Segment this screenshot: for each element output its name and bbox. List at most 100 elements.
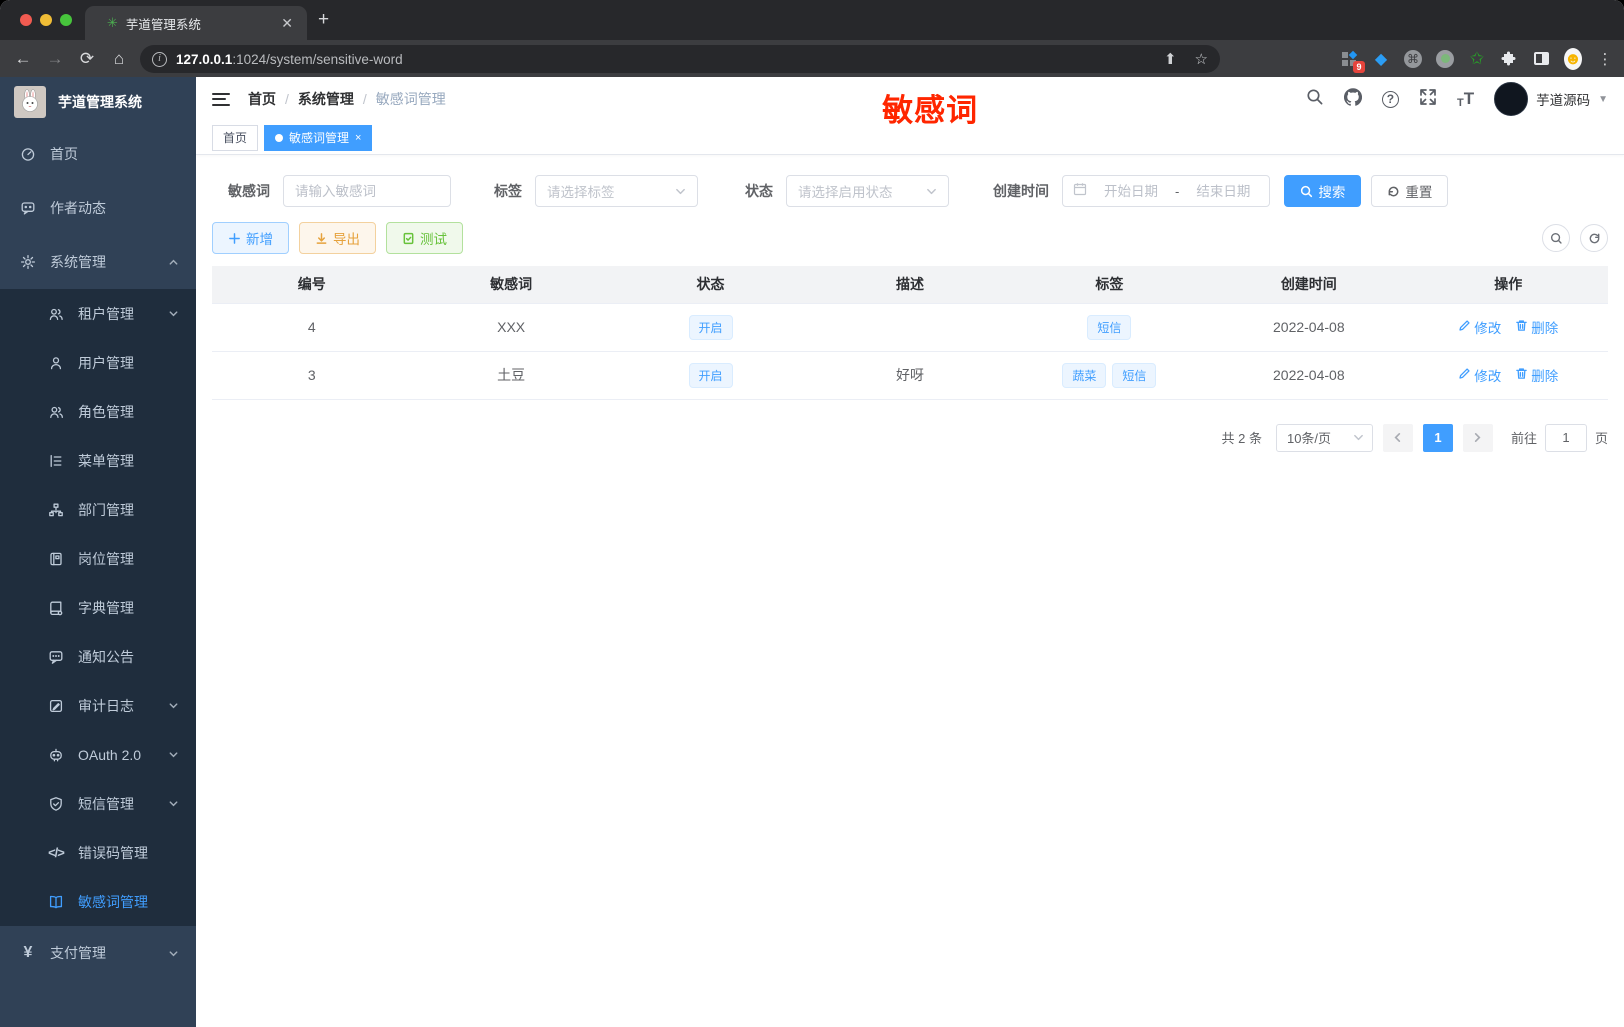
zoom-window-button[interactable] [60,14,72,26]
tag-2[interactable]: 敏感词管理 × [264,124,373,151]
sensitive-word-book-icon [48,894,64,910]
user-icon [48,355,64,371]
sidebar-item-6[interactable]: 角色管理 [0,387,196,436]
extension-gem-icon[interactable]: ◆ [1372,50,1390,68]
tag-close-icon[interactable]: × [355,132,361,144]
delete-link[interactable]: 删除 [1515,365,1558,385]
keyword-input[interactable] [295,183,439,199]
sidebar-item-label: OAuth 2.0 [78,746,142,763]
search-icon[interactable] [1306,88,1324,111]
sms-shield-icon [48,796,64,812]
sidebar-item-label: 租户管理 [78,305,134,322]
hamburger-icon[interactable] [212,92,230,106]
cell-actions: 修改 删除 [1408,351,1608,400]
minimize-window-button[interactable] [40,14,52,26]
sidebar-item-1[interactable]: 首页 [0,127,196,181]
sidebar-item-label: 岗位管理 [78,550,134,567]
tags-view: 首页 敏感词管理 × [196,121,1624,155]
edit-link[interactable]: 修改 [1458,365,1501,385]
sidebar-item-3[interactable]: 系统管理 [0,235,196,289]
date-end-input[interactable] [1187,183,1260,199]
back-icon[interactable]: ← [8,49,38,69]
cell-created: 2022-04-08 [1209,351,1409,400]
extension-command-icon[interactable]: ⌘ [1404,49,1422,68]
delete-link[interactable]: 删除 [1515,317,1558,337]
sidebar-item-label: 部门管理 [78,501,134,518]
home-icon[interactable]: ⌂ [104,49,134,69]
sidebar-toggle-icon[interactable] [1532,50,1550,68]
edit-link[interactable]: 修改 [1458,317,1501,337]
cell-word: 土豆 [411,351,611,400]
fullscreen-icon[interactable] [1419,88,1437,111]
sidebar-item-17[interactable]: ¥ 支付管理 [0,926,196,980]
sidebar-item-9[interactable]: 岗位管理 [0,534,196,583]
tag-select[interactable]: 请选择标签 [535,175,698,207]
reset-button[interactable]: 重置 [1371,175,1449,207]
page-number-1[interactable]: 1 [1422,423,1453,452]
sidebar-item-14[interactable]: 短信管理 [0,779,196,828]
browser-menu-icon[interactable]: ⋮ [1596,50,1614,68]
sidebar-item-10[interactable]: 字典管理 [0,583,196,632]
status-select[interactable]: 请选择启用状态 [786,175,949,207]
extensions-puzzle-icon[interactable] [1500,50,1518,68]
new-tab-button[interactable]: + [318,10,329,30]
test-button[interactable]: 测试 [386,222,463,254]
chevron-down-icon [168,749,180,760]
share-icon[interactable]: ⬆ [1164,50,1177,68]
export-button[interactable]: 导出 [299,222,376,254]
sidebar-item-15[interactable]: </> 错误码管理 [0,828,196,877]
app-logo-row[interactable]: 芋道管理系统 [0,77,196,127]
url-host: 127.0.0.1 [176,51,233,67]
goto-page-input[interactable] [1544,423,1587,452]
address-bar[interactable]: i 127.0.0.1 :1024/system/sensitive-word … [140,45,1220,73]
browser-tab[interactable]: ✳ 芋道管理系统 ✕ [85,6,307,40]
extension-record-icon[interactable] [1436,49,1454,68]
cell-tags: 蔬菜 短信 [1009,351,1210,400]
breadcrumb-system[interactable]: 系统管理 [298,89,354,109]
next-page-button[interactable] [1462,423,1493,452]
help-icon[interactable]: ? [1381,90,1399,108]
extension-star-icon[interactable]: ✩ [1468,49,1486,68]
sensitive-word-table: 编号 敏感词 状态 描述 标签 创建时间 操作 4 XXX 开启 短信 2022-04-08 修改 删除… [212,266,1608,400]
bookmark-star-icon[interactable]: ☆ [1195,50,1208,68]
profile-avatar[interactable]: ☻ [1564,47,1582,70]
reload-icon[interactable]: ⟳ [72,49,102,69]
chevron-down-icon [168,948,180,959]
refresh-icon[interactable] [1580,224,1608,252]
sidebar-item-12[interactable]: 审计日志 [0,681,196,730]
sidebar-item-5[interactable]: 用户管理 [0,338,196,387]
app-navbar: 首页 / 系统管理 / 敏感词管理 敏感词 ? T T 芋道源码 ▼ [196,77,1624,128]
close-window-button[interactable] [20,14,32,26]
prev-page-button[interactable] [1382,423,1413,452]
table-row: 3 土豆 开启 好呀 蔬菜 短信 2022-04-08 修改 删除 [212,351,1608,400]
sidebar-item-4[interactable]: 租户管理 [0,289,196,338]
date-start-input[interactable] [1095,183,1167,199]
extension-grid-icon[interactable]: 9 [1340,50,1365,73]
add-button[interactable]: 新增 [212,222,289,254]
tab-close-icon[interactable]: ✕ [277,15,297,32]
sidebar-item-8[interactable]: 部门管理 [0,485,196,534]
user-menu[interactable]: 芋道源码 ▼ [1494,82,1608,116]
macos-traffic-lights[interactable] [20,14,72,26]
status-badge: 开启 [688,362,733,388]
date-separator: - [1175,183,1180,199]
date-range-picker[interactable]: - [1062,175,1271,207]
test-button-label: 测试 [420,232,447,247]
forward-icon[interactable]: → [40,49,70,69]
keyword-label: 敏感词 [228,183,270,199]
sidebar-item-16[interactable]: 敏感词管理 [0,877,196,926]
github-icon[interactable] [1343,87,1363,111]
sidebar-item-13[interactable]: OAuth 2.0 [0,730,196,779]
page-size-select[interactable]: 10条/页 [1275,423,1373,452]
sidebar-item-2[interactable]: 作者动态 [0,181,196,235]
font-size-icon[interactable]: TT [1457,89,1474,109]
cell-tags: 短信 [1009,303,1210,352]
sidebar-item-label: 用户管理 [78,354,134,371]
toggle-search-icon[interactable] [1542,224,1570,252]
tag-1[interactable]: 首页 [212,124,259,151]
search-button[interactable]: 搜索 [1284,175,1362,207]
sidebar-item-7[interactable]: 菜单管理 [0,436,196,485]
sidebar-item-11[interactable]: 通知公告 [0,632,196,681]
breadcrumb-home[interactable]: 首页 [248,89,276,109]
site-info-icon[interactable]: i [152,51,167,67]
